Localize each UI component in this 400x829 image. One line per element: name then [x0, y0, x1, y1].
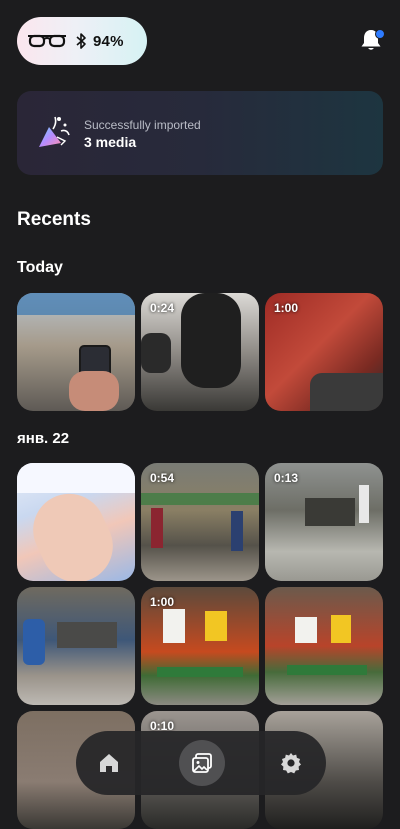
media-thumbnail[interactable]: 0:13: [265, 463, 383, 581]
media-thumbnail[interactable]: [265, 587, 383, 705]
video-duration: 1:00: [274, 301, 299, 315]
battery-level: 94%: [93, 32, 124, 50]
settings-icon: [281, 753, 301, 774]
bottom-navigation: [76, 731, 326, 795]
notification-badge: [375, 29, 385, 39]
video-duration: 0:54: [150, 471, 175, 485]
bluetooth-icon: [76, 33, 86, 49]
banner-title: 3 media: [84, 134, 137, 150]
import-banner[interactable]: Successfully imported 3 media: [17, 91, 383, 175]
banner-subtitle: Successfully imported: [84, 118, 201, 132]
media-thumbnail[interactable]: [17, 587, 135, 705]
glasses-icon: [28, 34, 66, 48]
import-icon: [39, 116, 70, 147]
today-heading: Today: [17, 259, 63, 276]
nav-gallery-button[interactable]: [179, 740, 225, 786]
glasses-status-pill[interactable]: 94%: [17, 17, 147, 65]
video-duration: 0:13: [274, 471, 299, 485]
media-thumbnail[interactable]: 0:24: [141, 293, 259, 411]
video-duration: 1:00: [150, 595, 175, 609]
recents-heading: Recents: [17, 209, 91, 230]
media-thumbnail[interactable]: [17, 293, 135, 411]
date-heading: янв. 22: [17, 430, 70, 447]
nav-settings-button[interactable]: [269, 741, 313, 785]
nav-home-button[interactable]: [87, 741, 131, 785]
media-thumbnail[interactable]: 1:00: [141, 587, 259, 705]
media-thumbnail[interactable]: [17, 463, 135, 581]
home-icon: [100, 754, 118, 772]
gallery-icon: [192, 753, 212, 773]
video-duration: 0:24: [150, 301, 175, 315]
media-thumbnail[interactable]: 1:00: [265, 293, 383, 411]
media-thumbnail[interactable]: 0:54: [141, 463, 259, 581]
